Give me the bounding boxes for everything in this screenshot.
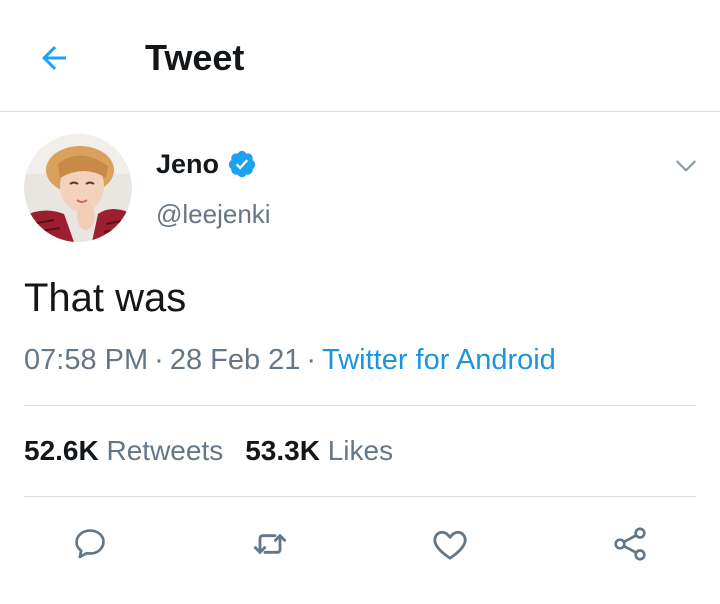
tweet-meta: 07:58 PM · 28 Feb 21 · Twitter for Android xyxy=(24,340,556,380)
retweets-label: Retweets xyxy=(106,435,224,466)
divider xyxy=(24,405,696,406)
verified-badge-icon xyxy=(228,150,256,178)
likes-count: 53.3K xyxy=(245,435,320,466)
retweets-count: 52.6K xyxy=(24,435,99,466)
like-icon xyxy=(433,530,467,560)
tweet-date: 28 Feb 21 xyxy=(169,344,301,376)
tweet-text: That was xyxy=(24,276,187,320)
share-button[interactable] xyxy=(608,522,652,566)
tweet-source-link[interactable]: Twitter for Android xyxy=(322,344,556,376)
likes-stat[interactable]: 53.3K Likes xyxy=(245,435,393,466)
back-button[interactable] xyxy=(32,36,76,80)
reply-button[interactable] xyxy=(68,522,112,566)
display-name: Jeno xyxy=(156,149,220,179)
chevron-down-icon xyxy=(676,160,696,172)
meta-separator: · xyxy=(154,344,164,376)
author-name-row[interactable]: Jeno xyxy=(156,146,257,182)
tweet-time: 07:58 PM xyxy=(24,344,149,376)
arrow-left-icon xyxy=(42,46,66,70)
engagement-stats: 52.6K Retweets 53.3K Likes xyxy=(24,431,393,471)
share-icon xyxy=(614,527,646,561)
retweet-icon xyxy=(253,534,287,554)
divider xyxy=(24,496,696,497)
meta-separator: · xyxy=(306,344,317,376)
page-title: Tweet xyxy=(145,37,245,78)
avatar[interactable] xyxy=(24,134,132,242)
retweet-button[interactable] xyxy=(248,522,292,566)
author-handle[interactable]: @leejenki xyxy=(156,196,271,232)
reply-icon xyxy=(75,529,105,559)
top-bar: Tweet xyxy=(0,0,720,112)
like-button[interactable] xyxy=(428,522,472,566)
likes-label: Likes xyxy=(327,435,394,466)
tweet-menu-button[interactable] xyxy=(668,148,704,184)
retweets-stat[interactable]: 52.6K Retweets xyxy=(24,435,223,466)
